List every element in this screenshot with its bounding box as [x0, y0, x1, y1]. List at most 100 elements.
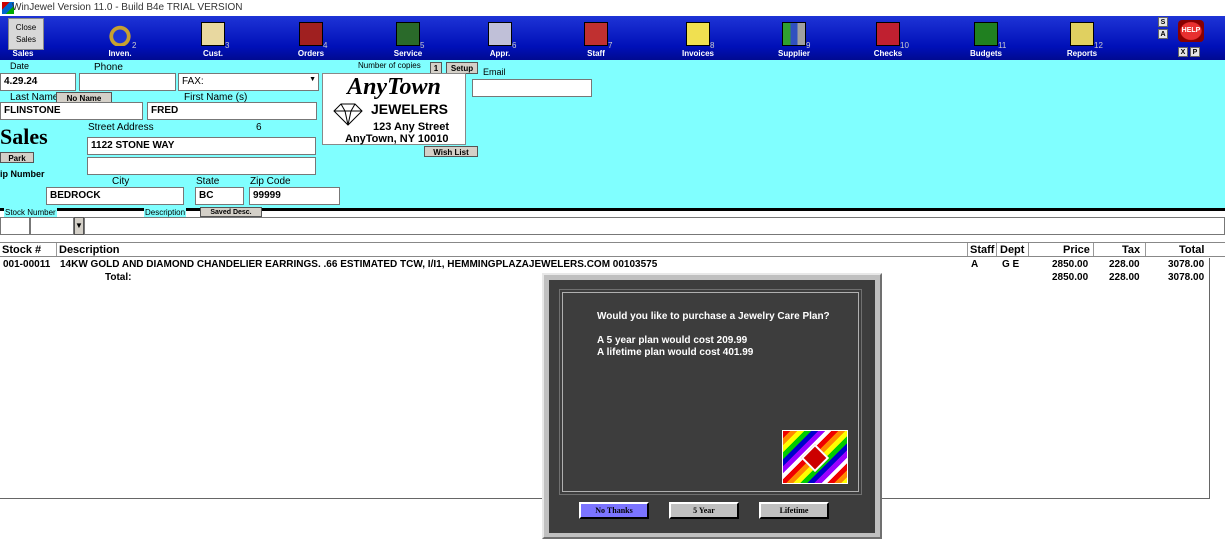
row-total: 3078.00: [1168, 259, 1205, 270]
toolbar-reports[interactable]: 12 Reports: [1052, 16, 1112, 60]
col-tax: Tax: [1122, 244, 1141, 256]
park-button[interactable]: Park: [0, 152, 34, 163]
street-label: Street Address: [88, 122, 154, 133]
toolbar-supplier[interactable]: 9 Supplier: [764, 16, 824, 60]
five-year-button[interactable]: 5 Year: [669, 502, 739, 519]
state-field[interactable]: BC: [195, 187, 244, 205]
wish-list-button[interactable]: Wish List: [424, 146, 478, 157]
col-description: Description: [59, 244, 120, 256]
store-logo: AnyTown JEWELERS 123 Any Street AnyTown,…: [322, 73, 466, 145]
toolbar-appraisals[interactable]: 6 Appr.: [470, 16, 530, 60]
phone-field[interactable]: [79, 73, 176, 91]
col-stock: Stock #: [2, 244, 42, 256]
row-stock: 001-00011: [3, 259, 51, 270]
toolbar-checks-label: Checks: [873, 49, 903, 58]
fax-select[interactable]: FAX: ▼: [178, 73, 319, 91]
page-title: Sales: [0, 124, 48, 149]
zip-label: Zip Code: [250, 176, 291, 187]
store-city: AnyTown, NY 10010: [345, 133, 449, 145]
total-price: 2850.00: [1052, 272, 1089, 283]
toolbar-customers[interactable]: 3 Cust.: [183, 16, 243, 60]
toolbar-invoices[interactable]: 8 Invoices: [668, 16, 728, 60]
row-description: 14KW GOLD AND DIAMOND CHANDELIER EARRING…: [60, 259, 658, 270]
dialog-lifetime-cost: A lifetime plan would cost 401.99: [597, 347, 754, 358]
a-button[interactable]: A: [1158, 29, 1168, 39]
store-subtitle: JEWELERS: [371, 101, 449, 117]
toolbar-orders-label: Orders: [297, 49, 325, 58]
phone-label: Phone: [94, 62, 123, 73]
total-label: Total:: [105, 272, 132, 283]
street-number: 6: [256, 122, 262, 133]
toolbar-budgets[interactable]: 11 Budgets: [956, 16, 1016, 60]
saved-desc-button[interactable]: Saved Desc.: [200, 207, 262, 217]
toolbar-inventory[interactable]: 2 Inven.: [90, 16, 150, 60]
zip-field[interactable]: 99999: [249, 187, 340, 205]
row-dept: G E: [1002, 259, 1020, 270]
staff-people-icon: [584, 22, 608, 46]
toolbar-invoices-label: Invoices: [681, 49, 714, 58]
fax-select-value: FAX:: [182, 76, 204, 87]
no-thanks-button[interactable]: No Thanks: [579, 502, 649, 519]
stock-number-label: Stock Number: [4, 208, 57, 217]
zip-number-label: ip Number: [0, 169, 45, 179]
copies-label: Number of copies: [358, 61, 421, 70]
email-field[interactable]: [472, 79, 592, 97]
toolbar-sales[interactable]: Sales: [0, 16, 53, 60]
date-label: Date: [10, 61, 30, 71]
row-staff: A: [971, 259, 979, 270]
store-address: 123 Any Street: [373, 121, 450, 133]
dialog-question: Would you like to purchase a Jewelry Car…: [597, 311, 830, 322]
handshake-icon: [201, 22, 225, 46]
city-label: City: [112, 176, 130, 187]
toolbar-budgets-label: Budgets: [970, 49, 1002, 58]
street-field[interactable]: 1122 STONE WAY: [87, 137, 316, 155]
stock-prefix-field[interactable]: [0, 217, 30, 235]
p-button[interactable]: P: [1190, 47, 1200, 57]
main-toolbar: Close Sales Sales 2 Inven. 3 Cust. 4 Ord…: [0, 16, 1225, 60]
street2-field[interactable]: [87, 157, 316, 175]
service-register-icon: [396, 22, 420, 46]
lifetime-button[interactable]: Lifetime: [759, 502, 829, 519]
window-title: WinJewel Version 11.0 - Build B4e TRIAL …: [12, 2, 243, 13]
x-button[interactable]: X: [1178, 47, 1188, 57]
first-name-field[interactable]: FRED: [147, 102, 317, 120]
col-price: Price: [1063, 244, 1090, 256]
chevron-down-icon[interactable]: ▼: [74, 217, 84, 235]
col-total: Total: [1179, 244, 1205, 256]
diamond-icon: [800, 443, 830, 473]
stock-number-field[interactable]: [30, 217, 74, 235]
invoice-icon: [686, 22, 710, 46]
help-button[interactable]: HELP: [1178, 20, 1204, 42]
city-field[interactable]: BEDROCK: [46, 187, 184, 205]
jewelry-care-logo: [782, 430, 848, 484]
description-label: Description: [144, 208, 187, 217]
col-dept: Dept: [1000, 244, 1025, 256]
toolbar-checks[interactable]: 10 Checks: [858, 16, 918, 60]
row-price: 2850.00: [1052, 259, 1089, 270]
toolbar-staff[interactable]: 7 Staff: [566, 16, 626, 60]
supplier-binders-icon: [782, 22, 806, 46]
table-right-border: [1209, 258, 1210, 499]
checkbook-icon: [876, 22, 900, 46]
chevron-down-icon: ▼: [309, 76, 316, 83]
last-name-field[interactable]: FLINSTONE: [0, 102, 143, 120]
total-total: 3078.00: [1168, 272, 1205, 283]
toolbar-staff-label: Staff: [587, 49, 605, 58]
dollar-sign-icon: [974, 22, 998, 46]
toolbar-orders[interactable]: 4 Orders: [281, 16, 341, 60]
toolbar-service-label: Service: [393, 49, 423, 58]
toolbar-customers-label: Cust.: [203, 49, 223, 58]
store-name: AnyTown: [347, 74, 441, 100]
toolbar-supplier-label: Supplier: [777, 49, 810, 58]
s-button[interactable]: S: [1158, 17, 1168, 27]
table-row[interactable]: 001-00011 14KW GOLD AND DIAMOND CHANDELI…: [0, 258, 1225, 271]
description-field[interactable]: [84, 217, 1225, 235]
toolbar-sales-label: Sales: [12, 49, 34, 58]
title-bar: WinJewel Version 11.0 - Build B4e TRIAL …: [0, 0, 1225, 16]
date-field[interactable]: 4.29.24: [0, 73, 76, 91]
items-table-header: Stock # Description Staff Dept Price Tax…: [0, 242, 1225, 257]
toolbar-service[interactable]: 5 Service: [378, 16, 438, 60]
email-label: Email: [483, 67, 506, 77]
microscope-icon: [488, 22, 512, 46]
orders-book-icon: [299, 22, 323, 46]
